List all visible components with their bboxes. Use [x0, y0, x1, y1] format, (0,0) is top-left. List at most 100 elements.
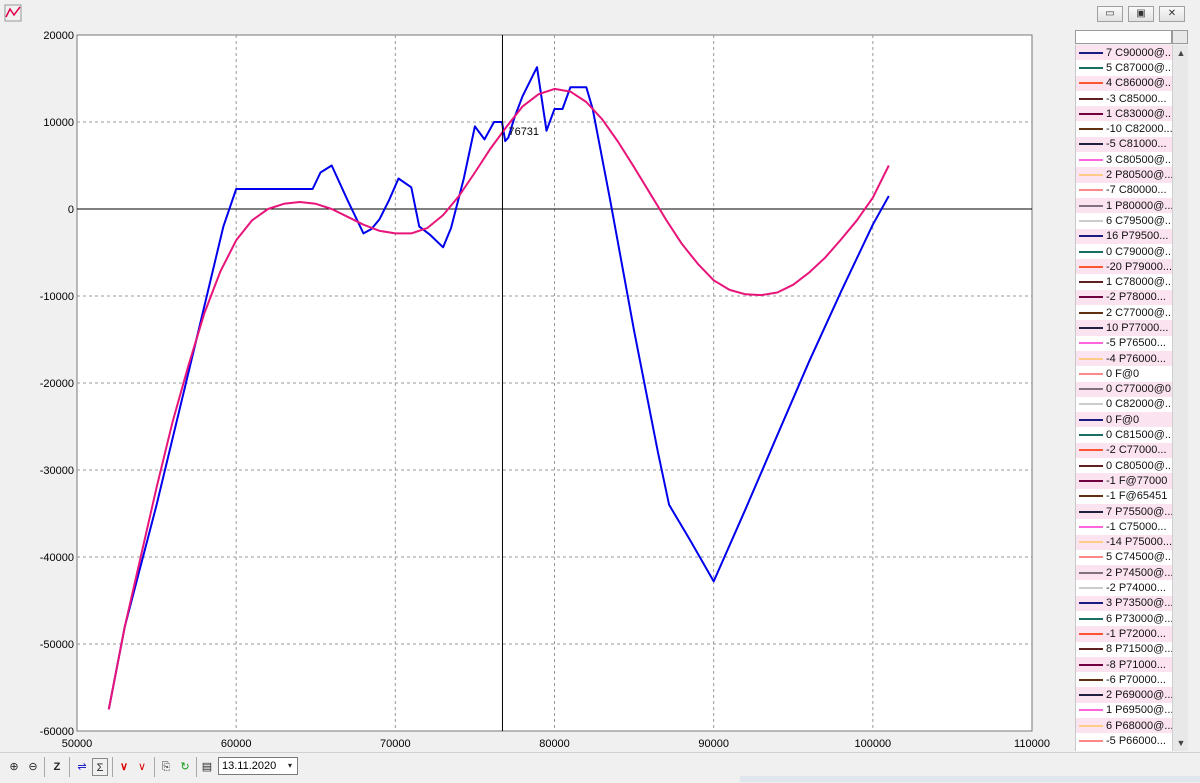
legend-item[interactable]: 0 C81500@...: [1076, 427, 1173, 442]
legend-label: 1 P80000@...: [1106, 199, 1173, 212]
legend-item[interactable]: -2 P78000...: [1076, 289, 1173, 306]
legend-swatch: [1079, 648, 1103, 651]
legend-item[interactable]: 2 C77000@...: [1076, 305, 1173, 320]
curve-red-alt-icon[interactable]: ∨: [134, 758, 150, 776]
legend-item[interactable]: -8 P71000...: [1076, 656, 1173, 673]
legend-item[interactable]: -3 C85000...: [1076, 91, 1173, 106]
legend-swatch: [1079, 250, 1103, 253]
legend-label: -20 P79000...: [1106, 260, 1173, 273]
legend-item[interactable]: -5 P76500...: [1076, 336, 1173, 351]
legend-label: 1 P69500@...: [1106, 704, 1173, 717]
legend-item[interactable]: 6 C79500@...: [1076, 213, 1173, 228]
legend-item[interactable]: -1 F@77000: [1076, 473, 1173, 489]
x-tick-label: 50000: [62, 738, 93, 750]
status-strip: [740, 776, 1200, 782]
legend-swatch: [1079, 189, 1103, 192]
legend-item[interactable]: 5 C74500@...: [1076, 550, 1173, 565]
calendar-icon[interactable]: ▤: [199, 758, 215, 776]
legend-list[interactable]: 7 C90000@... 5 C87000@... 4 C86000@... -3 C…: [1075, 45, 1173, 751]
legend-item[interactable]: 10 P77000...: [1076, 320, 1173, 336]
refresh-icon[interactable]: ↻: [177, 758, 193, 776]
legend-label: 3 P73500@...: [1106, 597, 1173, 610]
legend-item[interactable]: -1 F@65451: [1076, 489, 1173, 504]
legend-swatch: [1079, 571, 1103, 574]
legend-item[interactable]: -6 P70000...: [1076, 672, 1173, 687]
legend-item[interactable]: 3 C80500@...: [1076, 152, 1173, 167]
legend-item[interactable]: 7 C90000@...: [1076, 45, 1173, 61]
zoom-out-icon[interactable]: ⊖: [25, 758, 41, 776]
restore-button[interactable]: ▣: [1128, 6, 1154, 22]
swap-icon[interactable]: ⇌: [74, 758, 90, 776]
legend-item[interactable]: 1 P80000@...: [1076, 197, 1173, 214]
legend-item[interactable]: 16 P79500...: [1076, 228, 1173, 244]
legend-swatch: [1079, 510, 1103, 513]
legend-item[interactable]: -2 C77000...: [1076, 442, 1173, 459]
legend-label: 0 F@0: [1106, 413, 1140, 426]
legend-item[interactable]: 2 P80500@...: [1076, 167, 1173, 183]
legend-label: -6 P70000...: [1106, 673, 1166, 686]
legend-item[interactable]: -10 C82000...: [1076, 121, 1173, 136]
legend-item[interactable]: -2 P74000...: [1076, 580, 1173, 595]
legend-swatch: [1079, 587, 1103, 590]
legend-swatch: [1079, 66, 1103, 69]
legend-item[interactable]: -7 C80000...: [1076, 183, 1173, 198]
legend-label: -1 F@77000: [1106, 474, 1168, 487]
legend-swatch: [1079, 464, 1103, 467]
legend-scrollbar[interactable]: ▲ ▼: [1172, 45, 1188, 751]
legend-swatch: [1079, 296, 1103, 299]
minimize-button[interactable]: ▭: [1097, 6, 1123, 22]
date-select[interactable]: 13.11.2020 ▾: [218, 757, 298, 775]
legend-item[interactable]: 1 C83000@...: [1076, 106, 1173, 122]
legend-label: 3 C80500@...: [1106, 153, 1173, 166]
legend-item[interactable]: 6 P73000@...: [1076, 611, 1173, 626]
legend-item[interactable]: -1 C75000...: [1076, 519, 1173, 534]
legend-item[interactable]: 3 P73500@...: [1076, 595, 1173, 611]
legend-swatch: [1079, 219, 1103, 222]
y-tick-label: -10000: [40, 291, 74, 303]
legend-item[interactable]: 6 P68000@...: [1076, 718, 1173, 734]
legend-item[interactable]: 7 P75500@...: [1076, 503, 1173, 520]
legend-label: 2 P69000@...: [1106, 689, 1173, 702]
curve-red-icon[interactable]: ∨: [116, 758, 132, 776]
legend-item[interactable]: 2 P69000@...: [1076, 687, 1173, 703]
legend-item[interactable]: 2 P74500@...: [1076, 565, 1173, 581]
legend-swatch: [1079, 158, 1103, 161]
legend-item[interactable]: -4 P76000...: [1076, 350, 1173, 367]
legend-swatch: [1079, 449, 1103, 452]
legend-item[interactable]: -1 P72000...: [1076, 626, 1173, 642]
legend-swatch: [1079, 556, 1103, 559]
legend-item[interactable]: 0 F@0: [1076, 366, 1173, 381]
copy-icon[interactable]: ⎘: [158, 758, 174, 776]
close-button[interactable]: ✕: [1159, 6, 1185, 22]
legend-item[interactable]: 1 C78000@...: [1076, 274, 1173, 289]
chevron-down-icon[interactable]: ▾: [283, 758, 297, 774]
legend-item[interactable]: 0 C80500@...: [1076, 458, 1173, 473]
zoom-in-icon[interactable]: ⊕: [6, 758, 22, 776]
legend-header[interactable]: [1075, 30, 1172, 44]
legend-item[interactable]: -5 P66000...: [1076, 733, 1173, 748]
legend-label: -10 C82000...: [1106, 123, 1173, 136]
legend-item[interactable]: 5 C87000@...: [1076, 60, 1173, 75]
legend-swatch: [1079, 495, 1103, 498]
zoom-button[interactable]: Z: [49, 758, 65, 776]
legend-item[interactable]: -14 P75000...: [1076, 534, 1173, 550]
legend-label: -1 P72000...: [1106, 627, 1166, 640]
legend-item[interactable]: 4 C86000@...: [1076, 75, 1173, 91]
legend-swatch: [1079, 174, 1103, 177]
legend-header-button[interactable]: [1172, 30, 1188, 44]
legend-item[interactable]: 0 C77000@0: [1076, 381, 1173, 397]
legend-item[interactable]: -5 C81000...: [1076, 136, 1173, 153]
legend-item[interactable]: 0 C82000@...: [1076, 397, 1173, 412]
legend-item[interactable]: 1 P69500@...: [1076, 703, 1173, 718]
scroll-down-icon[interactable]: ▼: [1173, 735, 1189, 751]
legend-item[interactable]: -20 P79000...: [1076, 259, 1173, 275]
sum-button[interactable]: Σ: [92, 758, 108, 776]
chart[interactable]: 50000 60000 70000 80000 90000 100000 110000200…: [0, 0, 1073, 752]
legend-item[interactable]: 0 C79000@...: [1076, 244, 1173, 259]
legend-item[interactable]: 0 F@0: [1076, 412, 1173, 428]
scroll-up-icon[interactable]: ▲: [1173, 45, 1189, 61]
legend-label: 0 C80500@...: [1106, 459, 1173, 472]
legend-item[interactable]: 8 P71500@...: [1076, 642, 1173, 657]
legend-swatch: [1079, 82, 1103, 85]
legend-label: 16 P79500...: [1106, 230, 1169, 243]
